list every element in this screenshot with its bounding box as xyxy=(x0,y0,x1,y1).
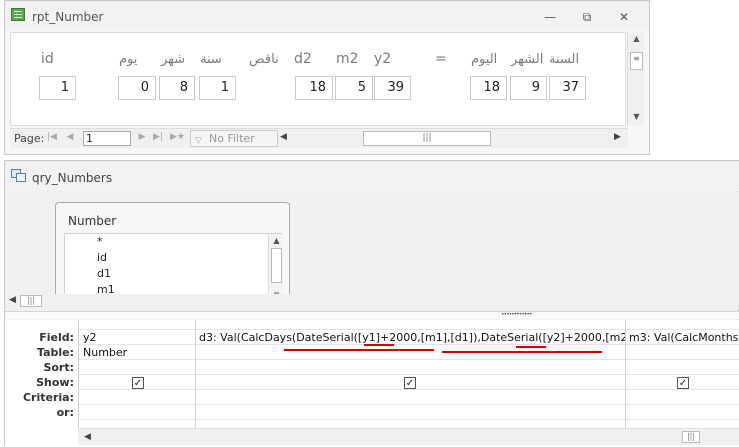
label-day: يوم xyxy=(119,52,138,67)
annotation-underline xyxy=(442,351,602,353)
value-result-day[interactable]: 18 xyxy=(470,76,507,100)
label-minus: ناقص xyxy=(249,52,279,67)
design-pane-horizontal-scrollbar[interactable]: ◀ ||| xyxy=(7,294,739,309)
page-number-input[interactable]: 1 xyxy=(83,131,131,146)
grid-column-2[interactable]: d3: Val(CalcDays(DateSerial([y1]+2000,[m… xyxy=(195,320,625,428)
row-label-show: Show: xyxy=(36,376,74,389)
scroll-left-arrow-icon[interactable]: ◀ xyxy=(280,132,292,142)
scroll-up-arrow-icon[interactable]: ▲ xyxy=(628,34,645,46)
query-design-grid: Field: Table: Sort: Show: Criteria: or: … xyxy=(5,320,739,447)
value-result-year[interactable]: 37 xyxy=(549,76,586,100)
query-titlebar[interactable]: qry_Numbers xyxy=(5,161,739,191)
label-equals: = xyxy=(435,51,447,67)
scroll-left-arrow-icon[interactable]: ◀ xyxy=(84,432,91,442)
query-title: qry_Numbers xyxy=(32,171,113,185)
value-result-month[interactable]: 9 xyxy=(510,76,547,100)
close-button[interactable]: ✕ xyxy=(613,9,635,25)
column-1-field[interactable]: y2 xyxy=(83,331,193,344)
label-d2: d2 xyxy=(294,51,312,67)
label-result-year: السنة xyxy=(549,52,580,67)
column-2-field[interactable]: d3: Val(CalcDays(DateSerial([y1]+2000,[m… xyxy=(199,331,625,344)
last-page-icon[interactable]: ▶| xyxy=(152,132,164,142)
column-3-field[interactable]: m3: Val(CalcMonths(D xyxy=(629,331,739,344)
report-vertical-scrollbar[interactable]: ▲ ≡ ▼ xyxy=(627,32,644,126)
value-id[interactable]: 1 xyxy=(39,76,76,100)
query-window: qry_Numbers Number * id d1 m1 ▲ ≡ ◀ ||| … xyxy=(4,160,739,447)
table-name: Number xyxy=(68,214,117,228)
query-icon xyxy=(11,169,26,182)
scroll-thumb[interactable] xyxy=(271,248,282,283)
scroll-down-arrow-icon[interactable]: ▼ xyxy=(628,112,645,124)
scroll-thumb[interactable]: ≡ xyxy=(630,52,643,70)
no-filter-button[interactable]: ▽ No Filter xyxy=(190,130,278,147)
pane-splitter[interactable]: •••••••••••• xyxy=(5,311,739,319)
row-label-table: Table: xyxy=(36,346,74,359)
column-1-table[interactable]: Number xyxy=(83,346,193,359)
report-icon xyxy=(11,8,25,21)
label-result-month: الشهر xyxy=(511,52,544,67)
scroll-up-arrow-icon[interactable]: ▲ xyxy=(269,236,284,245)
value-d2[interactable]: 18 xyxy=(295,76,333,100)
row-label-field: Field: xyxy=(39,331,74,344)
splitter-grip-icon[interactable]: •••••••••••• xyxy=(501,313,545,317)
value-y2[interactable]: 39 xyxy=(374,76,411,100)
value-year[interactable]: 1 xyxy=(199,76,236,100)
row-label-criteria: Criteria: xyxy=(22,391,74,404)
value-m2[interactable]: 5 xyxy=(335,76,373,100)
first-page-icon[interactable]: |◀ xyxy=(46,132,58,142)
value-day[interactable]: 0 xyxy=(118,76,156,100)
annotation-underline xyxy=(284,349,434,351)
scroll-right-arrow-icon[interactable]: ▶ xyxy=(614,132,626,142)
report-body: id يوم شهر سنة ناقص d2 m2 y2 = اليوم الش… xyxy=(10,32,626,126)
row-label-or: or: xyxy=(56,406,74,419)
filter-label: No Filter xyxy=(209,132,255,145)
list-item[interactable]: d1 xyxy=(97,267,111,280)
scroll-thumb[interactable]: ||| xyxy=(20,295,42,307)
report-title: rpt_Number xyxy=(32,10,104,24)
scroll-thumb[interactable]: ||| xyxy=(682,431,700,443)
label-id: id xyxy=(41,51,54,67)
report-horizontal-scrollbar[interactable]: ||| xyxy=(293,131,613,146)
label-month: شهر xyxy=(161,52,186,67)
scroll-left-arrow-icon[interactable]: ◀ xyxy=(9,295,16,305)
label-y2: y2 xyxy=(374,51,392,67)
field-list[interactable]: * id d1 m1 ▲ ≡ xyxy=(64,233,284,304)
grid-horizontal-scrollbar[interactable]: ◀ ||| xyxy=(78,428,739,445)
page-label: Page: xyxy=(14,132,45,145)
column-1-show-checkbox[interactable]: ✓ xyxy=(132,377,144,389)
previous-page-icon[interactable]: ◀ xyxy=(64,132,76,142)
new-record-icon[interactable]: ▶★ xyxy=(170,132,185,142)
list-item[interactable]: id xyxy=(97,251,107,264)
label-result-day: اليوم xyxy=(471,52,498,67)
restore-button[interactable]: ⧉ xyxy=(576,9,598,25)
label-m2: m2 xyxy=(336,51,359,67)
minimize-button[interactable]: — xyxy=(539,9,561,25)
label-year: سنة xyxy=(200,52,222,67)
report-titlebar[interactable]: rpt_Number — ⧉ ✕ xyxy=(5,1,649,31)
grid-row-labels: Field: Table: Sort: Show: Criteria: or: xyxy=(5,320,78,428)
report-window: rpt_Number — ⧉ ✕ id يوم شهر سنة ناقص d2 … xyxy=(4,0,650,155)
value-month[interactable]: 8 xyxy=(159,76,195,100)
next-page-icon[interactable]: ▶ xyxy=(136,132,148,142)
column-3-show-checkbox[interactable]: ✓ xyxy=(677,377,689,389)
row-label-sort: Sort: xyxy=(43,361,74,374)
query-design-pane: Number * id d1 m1 ▲ ≡ xyxy=(5,192,739,304)
scroll-thumb[interactable]: ||| xyxy=(363,131,491,146)
table-field-list[interactable]: Number * id d1 m1 ▲ ≡ xyxy=(55,202,290,304)
record-navigation-bar: Page: |◀ ◀ 1 ▶ ▶| ▶★ ▽ No Filter ◀ ||| ▶ xyxy=(10,128,628,148)
grid-column-1[interactable]: y2 Number ✓ xyxy=(78,320,195,428)
column-2-show-checkbox[interactable]: ✓ xyxy=(404,377,416,389)
annotation-underline-short xyxy=(516,346,546,348)
annotation-underline-short xyxy=(364,344,394,346)
filter-icon: ▽ xyxy=(195,136,202,146)
list-item[interactable]: * xyxy=(97,235,103,248)
grid-column-3[interactable]: m3: Val(CalcMonths(D ✓ xyxy=(625,320,739,428)
